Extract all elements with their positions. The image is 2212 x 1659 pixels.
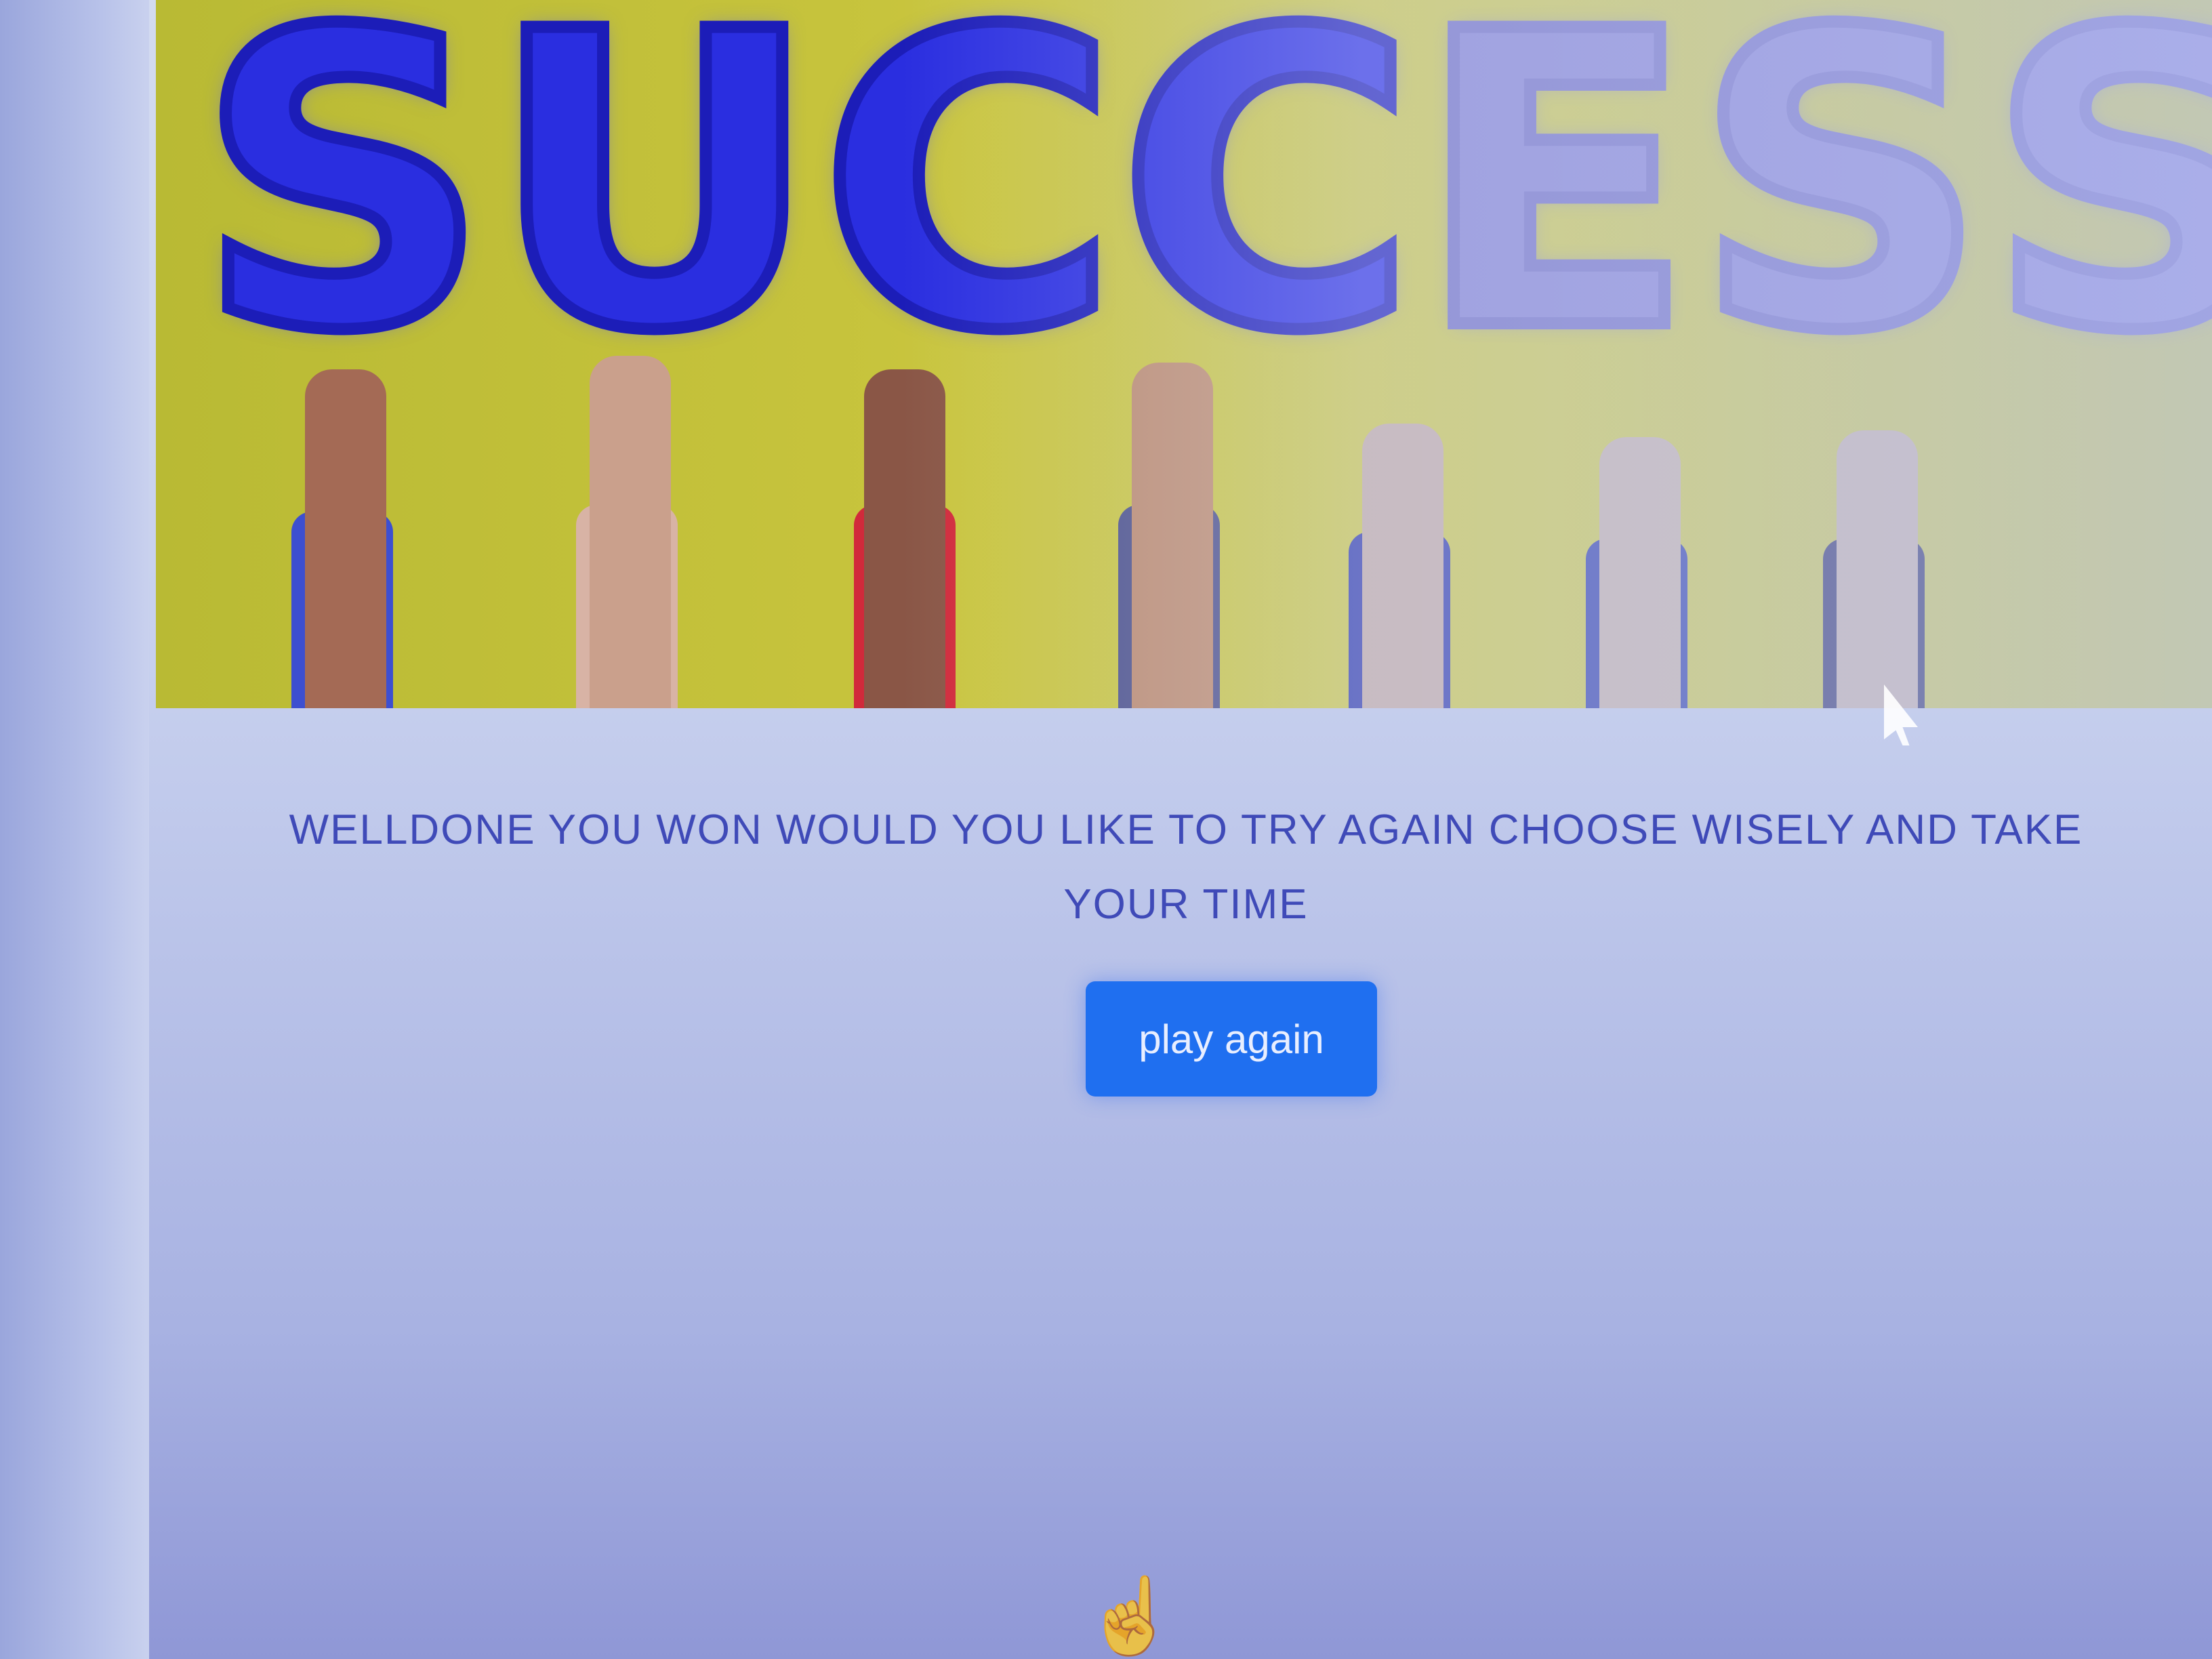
hero-banner-image: S U C C E S S	[156, 0, 2212, 708]
arm-1	[305, 369, 386, 708]
screen: S U C C E S S WELLDONE YOU WON WOULD YOU…	[0, 0, 2212, 1659]
play-again-button[interactable]: play again	[1086, 981, 1377, 1097]
balloon-letter: S	[190, 0, 495, 419]
balloon-letter: U	[483, 0, 825, 419]
win-message: WELLDONE YOU WON WOULD YOU LIKE TO TRY A…	[289, 806, 2083, 928]
hand-cursor-icon: ☝	[1084, 1574, 1177, 1658]
left-edge	[0, 0, 149, 1659]
screen-glare	[901, 0, 2212, 708]
